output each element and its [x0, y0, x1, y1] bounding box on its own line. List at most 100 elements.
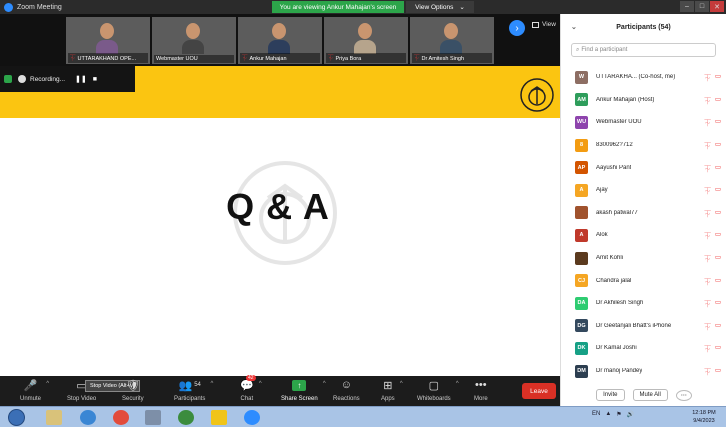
participant-row[interactable]: A Ajay ⏇ ▭: [561, 179, 726, 202]
muted-mic-icon: ⏇: [704, 256, 711, 264]
reactions-label: Reactions: [333, 396, 360, 402]
participant-list: W UTTARAKHA... (Co-host, me) ⏇ ▭ AM Ankur Mah…: [561, 66, 726, 382]
video-tile[interactable]: ⏇ Ankur Mahajan: [238, 17, 322, 64]
unmute-button[interactable]: 🎤 Unmute ^: [20, 378, 49, 403]
participant-row[interactable]: W UTTARAKHA... (Co-host, me) ⏇ ▭: [561, 66, 726, 89]
apps-button[interactable]: ⊞ Apps ^: [381, 378, 403, 403]
muted-mic-icon: ⏇: [704, 278, 711, 286]
chrome-icon[interactable]: [113, 410, 129, 425]
participant-row[interactable]: Amit Kohli ⏇ ▭: [561, 247, 726, 270]
participant-row[interactable]: DM Dr manoj Pandey ⏇ ▭: [561, 360, 726, 383]
shared-screen: Recording... ❚❚ ■ Q & A: [0, 66, 560, 376]
avatar: CJ: [575, 274, 588, 288]
participant-row[interactable]: DG Dr Geetanjali Bhatt's iPhone ⏇ ▭: [561, 315, 726, 338]
more-button[interactable]: ••• More: [474, 378, 488, 402]
avatar: AP: [575, 161, 588, 175]
view-layout-button[interactable]: View: [532, 21, 556, 28]
avatar: A: [575, 228, 588, 242]
stop-recording-button[interactable]: ■: [93, 76, 97, 83]
video-tile[interactable]: ⏇ Dr Amitesh Singh: [410, 17, 494, 64]
participant-row[interactable]: akash patwal77 ⏇ ▭: [561, 202, 726, 225]
participant-video-icon: [440, 23, 462, 54]
participant-row[interactable]: WU Webmaster UOU ⏇ ▭: [561, 111, 726, 134]
participant-row[interactable]: CJ Chandra jalal ⏇ ▭: [561, 269, 726, 292]
video-off-icon: ▭: [714, 321, 721, 329]
panel-title: Participants (54): [616, 23, 671, 31]
next-page-icon[interactable]: ›: [509, 20, 525, 36]
file-explorer-icon[interactable]: [46, 410, 62, 425]
avatar: WU: [575, 115, 588, 129]
muted-mic-icon: ⏇: [704, 143, 711, 151]
invite-button[interactable]: Invite: [596, 389, 625, 401]
participant-name: Chandra jalal: [596, 277, 632, 284]
view-options-button[interactable]: View Options ⌄: [406, 1, 474, 13]
chevron-up-icon[interactable]: ^: [46, 381, 49, 387]
video-tile[interactable]: ⏇ UTTARAKHAND OPE...: [66, 17, 150, 64]
muted-mic-icon: 🎤: [23, 379, 38, 392]
participant-row[interactable]: AM Ankur Mahajan (Host) ⏇ ▭: [561, 89, 726, 112]
chevron-up-icon[interactable]: ^: [400, 381, 403, 387]
document-icon[interactable]: [145, 410, 161, 425]
stop-video-label: Stop Video: [67, 396, 97, 402]
action-center-icon[interactable]: ⚑: [616, 411, 621, 418]
internet-explorer-icon[interactable]: [80, 410, 96, 425]
tray-expand-icon[interactable]: ▲: [605, 411, 611, 418]
tile-name: Ankur Mahajan: [249, 56, 287, 62]
whiteboards-button[interactable]: ▢ Whiteboards ^: [417, 378, 459, 403]
participant-row[interactable]: DK Dr Kamal Joshi ⏇ ▭: [561, 337, 726, 360]
video-tile[interactable]: Webmaster UOU: [152, 17, 236, 64]
security-button[interactable]: 🛡 Security: [122, 378, 144, 403]
participant-search-input[interactable]: ⌕ Find a participant: [571, 43, 716, 57]
volume-icon[interactable]: 🔊: [627, 411, 634, 418]
chat-unread-badge: 42: [246, 375, 256, 381]
pause-recording-button[interactable]: ❚❚: [75, 75, 87, 83]
participant-video-icon: [182, 23, 204, 54]
chevron-up-icon[interactable]: ^: [323, 381, 326, 387]
participant-row[interactable]: AP Aayushi Pant ⏇ ▭: [561, 156, 726, 179]
chevron-up-icon[interactable]: ^: [259, 381, 262, 387]
participant-name: Dr Akhilesh Singh: [596, 300, 644, 307]
warning-icon[interactable]: [211, 410, 227, 425]
participant-name: 8300962?712: [596, 142, 633, 149]
recording-label: Recording...: [30, 75, 66, 83]
grid-icon: [532, 21, 539, 28]
windows-taskbar: EN ▲ ⚑ 🔊 12:18 PM 9/4/2023: [0, 406, 726, 427]
more-options-button[interactable]: ⋯: [675, 389, 692, 401]
participants-panel: ⌄ Participants (54) ⌕ Find a participant…: [560, 14, 726, 406]
close-button[interactable]: ✕: [710, 1, 724, 12]
view-options-label: View Options: [415, 3, 454, 11]
video-off-icon: ▭: [714, 208, 721, 216]
muted-mic-icon: ⏇: [704, 301, 711, 309]
video-tile[interactable]: ⏇ Priya Bora: [324, 17, 408, 64]
muted-mic-icon: ⏇: [704, 369, 711, 377]
minimize-button[interactable]: –: [680, 1, 694, 12]
language-indicator[interactable]: EN: [592, 411, 600, 418]
clock-time: 12:18 PM: [692, 410, 716, 416]
reactions-button[interactable]: ☺ Reactions: [333, 378, 360, 402]
collapse-panel-icon[interactable]: ⌄: [571, 23, 577, 31]
unmute-label: Unmute: [20, 396, 42, 402]
leave-button[interactable]: Leave: [522, 383, 556, 399]
chrome-icon[interactable]: [178, 410, 194, 425]
start-button[interactable]: [8, 409, 25, 426]
chat-button[interactable]: 💬 42 Chat ^: [240, 375, 262, 402]
avatar: A: [575, 183, 588, 197]
chevron-up-icon[interactable]: ^: [456, 381, 459, 387]
chevron-up-icon[interactable]: ^: [211, 381, 214, 387]
participant-row[interactable]: DA Dr Akhilesh Singh ⏇ ▭: [561, 292, 726, 315]
share-screen-button[interactable]: ↑ Share Screen ^: [281, 378, 326, 402]
clock[interactable]: 12:18 PM 9/4/2023: [684, 409, 724, 425]
participant-name: Aayushi Pant: [596, 164, 632, 171]
zoom-taskbar-icon[interactable]: [244, 410, 260, 425]
participant-name: UTTARAKHA... (Co-host, me): [596, 74, 676, 81]
muted-mic-icon: ⏇: [704, 165, 711, 173]
mute-all-button[interactable]: Mute All: [632, 389, 668, 401]
chat-label: Chat: [240, 396, 254, 402]
recording-bar: Recording... ❚❚ ■: [0, 66, 135, 92]
participants-button[interactable]: 👥 54 Participants ^: [174, 378, 213, 403]
participant-row[interactable]: A Alok ⏇ ▭: [561, 224, 726, 247]
avatar: [575, 251, 588, 265]
muted-mic-icon: ⏇: [70, 56, 76, 62]
participant-row[interactable]: 8 8300962?712 ⏇ ▭: [561, 134, 726, 157]
maximize-button[interactable]: □: [695, 1, 709, 12]
